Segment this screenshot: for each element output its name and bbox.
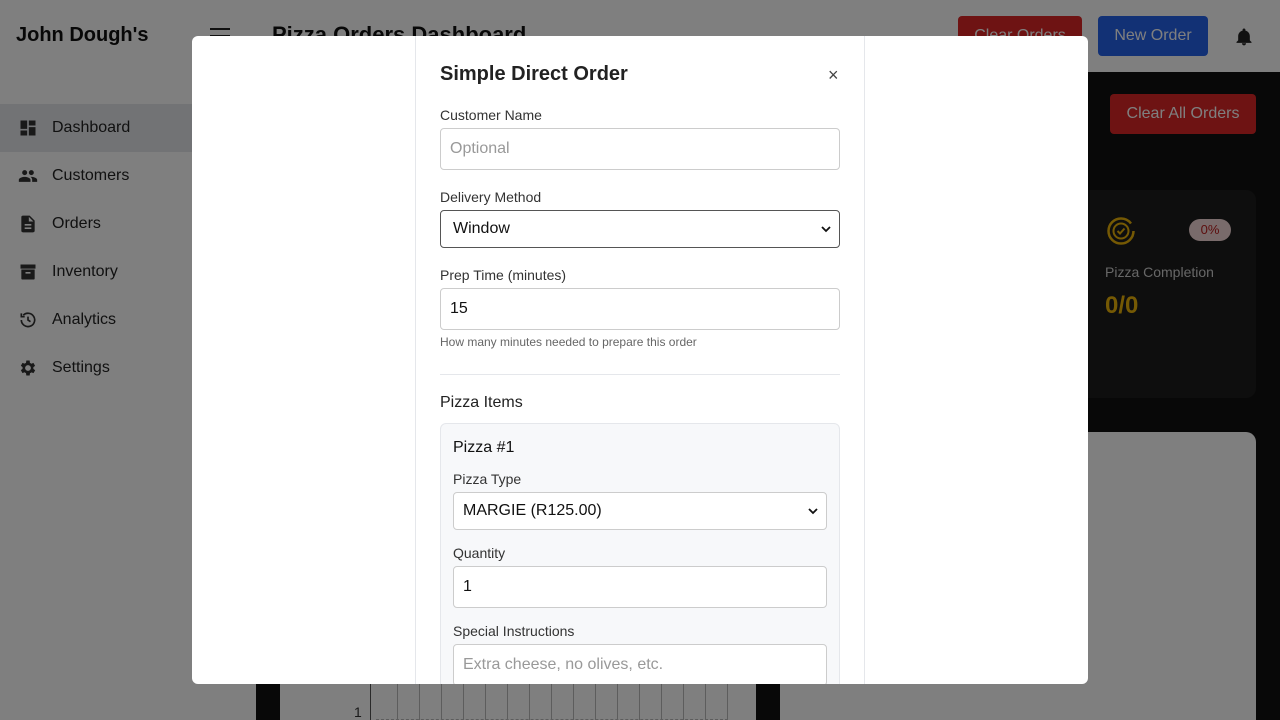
chevron-down-icon [808, 508, 818, 515]
order-modal: Simple Direct Order × Customer Name Opti… [192, 36, 1088, 684]
delivery-method-label: Delivery Method [440, 189, 542, 205]
special-instructions-input[interactable]: Extra cheese, no olives, etc. [453, 644, 827, 684]
prep-time-label: Prep Time (minutes) [440, 267, 567, 283]
quantity-label: Quantity [453, 545, 506, 561]
pizza-type-value: MARGIE (R125.00) [463, 502, 602, 519]
delivery-method-select[interactable]: Window [440, 210, 840, 248]
modal-title: Simple Direct Order [440, 63, 628, 85]
delivery-method-value: Window [453, 220, 510, 237]
prep-time-input[interactable]: 15 [440, 288, 840, 330]
section-divider [440, 374, 840, 375]
pizza-item-title: Pizza #1 [453, 439, 515, 456]
pizza-type-label: Pizza Type [453, 471, 522, 487]
pizza-type-select[interactable]: MARGIE (R125.00) [453, 492, 827, 530]
quantity-input[interactable]: 1 [453, 566, 827, 608]
customer-name-input[interactable]: Optional [440, 128, 840, 170]
customer-name-label: Customer Name [440, 107, 542, 123]
close-icon[interactable]: × [828, 65, 839, 86]
chevron-down-icon [821, 226, 831, 233]
pizza-items-heading: Pizza Items [440, 394, 523, 411]
prep-time-hint: How many minutes needed to prepare this … [440, 335, 697, 349]
special-instructions-label: Special Instructions [453, 623, 575, 639]
